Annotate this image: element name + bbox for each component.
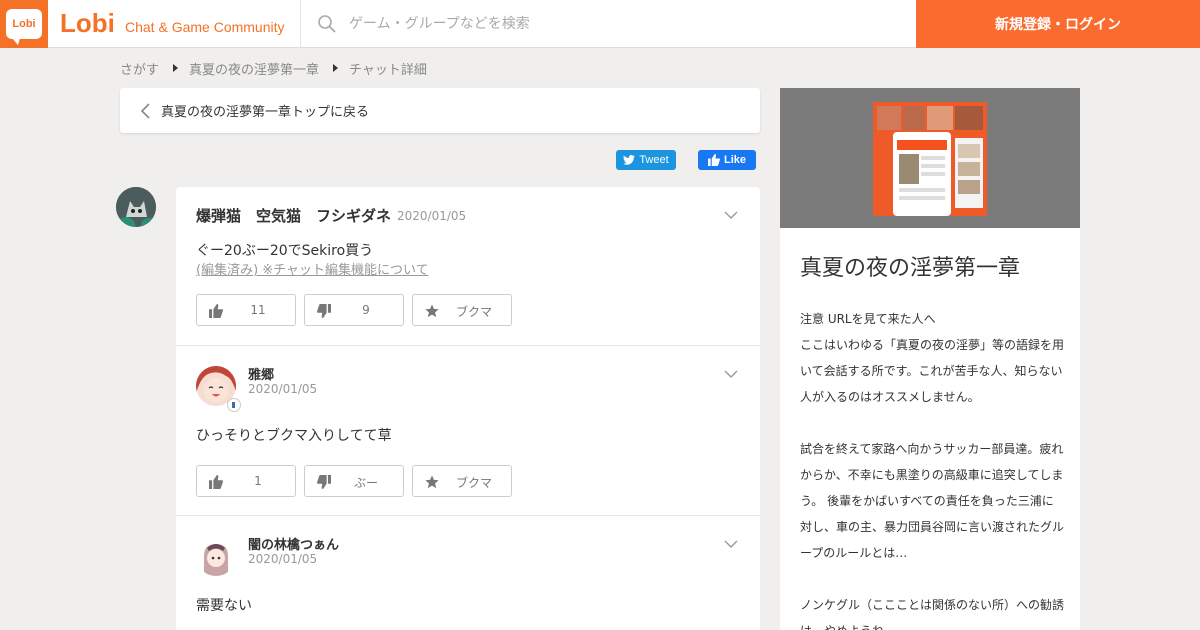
group-description: 注意 URLを見て来た人へ ここはいわゆる「真夏の夜の淫夢」等の語録を用いて会話…: [800, 312, 1065, 630]
group-hero-banner: [780, 88, 1080, 228]
breadcrumb-item-group[interactable]: 真夏の夜の淫夢第一章: [189, 59, 319, 78]
message-author[interactable]: 雅郷: [248, 364, 274, 383]
cat-avatar-image: [116, 187, 156, 227]
back-to-group-link[interactable]: 真夏の夜の淫夢第一章トップに戻る: [120, 88, 760, 133]
search-input[interactable]: [349, 10, 889, 38]
message-date: 2020/01/05: [397, 209, 467, 223]
thumbs-up-button[interactable]: 11: [196, 294, 296, 326]
thumbs-down-icon: [317, 475, 331, 489]
chevron-down-icon[interactable]: [724, 210, 738, 220]
logo-bubble-icon: Lobi: [6, 9, 42, 45]
back-link-label: 真夏の夜の淫夢第一章トップに戻る: [161, 105, 370, 120]
thumbs-up-count: 11: [250, 303, 266, 317]
breadcrumb-arrow-icon: [333, 64, 339, 72]
search-bar: [300, 0, 916, 48]
anime-girl-avatar-image: [196, 536, 236, 576]
group-info-sidebar: 真夏の夜の淫夢第一章 注意 URLを見て来た人へ ここはいわゆる「真夏の夜の淫夢…: [780, 88, 1080, 630]
message-author[interactable]: 闇の林檎つぁん: [248, 534, 339, 553]
bookmark-label: ブクマ: [455, 305, 492, 319]
bookmark-button[interactable]: ブクマ: [412, 294, 512, 326]
group-title[interactable]: 真夏の夜の淫夢第一章: [800, 250, 1020, 282]
message-text: 需要ない: [196, 598, 252, 614]
facebook-thumbs-up-icon: [707, 154, 720, 166]
chat-message: 雅郷 2020/01/05 ひっそりとブクマ入りしてて草 1 ぶー ブクマ: [176, 345, 760, 515]
brand-tagline: Chat & Game Community: [125, 19, 285, 35]
chevron-down-icon[interactable]: [724, 369, 738, 379]
tweet-label: Tweet: [639, 154, 669, 166]
chevron-left-icon: [140, 103, 150, 119]
thumbs-up-icon: [209, 475, 223, 489]
thumbs-down-label: ぶー: [353, 476, 378, 490]
breadcrumb-item-search[interactable]: さがす: [120, 59, 159, 78]
chat-message: 爆弾猫 空気猫 フシギダネ 2020/01/05 ぐー20ぶー20でSekiro…: [176, 187, 760, 345]
thumbs-down-button[interactable]: 9: [304, 294, 404, 326]
thumbs-up-count: 1: [254, 474, 262, 488]
twitter-bird-icon: [623, 155, 636, 165]
like-label: Like: [723, 154, 746, 166]
breadcrumb: さがす 真夏の夜の淫夢第一章 チャット詳細: [120, 58, 427, 78]
chat-message-card: 爆弾猫 空気猫 フシギダネ 2020/01/05 ぐー20ぶー20でSekiro…: [176, 187, 760, 630]
thumbs-up-button[interactable]: 1: [196, 465, 296, 497]
avatar[interactable]: [116, 187, 156, 227]
thumbs-down-button[interactable]: ぶー: [304, 465, 404, 497]
logo-text: Lobi: [12, 18, 36, 30]
group-thumbnail-image[interactable]: [873, 102, 987, 216]
message-text: ひっそりとブクマ入りしてて草: [196, 428, 392, 444]
platform-badge-icon: [227, 398, 241, 412]
bookmark-label: ブクマ: [455, 476, 492, 490]
avatar[interactable]: [196, 536, 236, 576]
chevron-down-icon[interactable]: [724, 539, 738, 549]
star-icon: [425, 475, 439, 489]
message-date: 2020/01/05: [248, 552, 318, 566]
search-icon: [318, 15, 336, 33]
message-text: ぐー20ぶー20でSekiro買う: [196, 243, 374, 259]
breadcrumb-arrow-icon: [173, 64, 179, 72]
thumbs-up-icon: [209, 304, 223, 318]
tweet-button[interactable]: Tweet: [616, 150, 676, 170]
bookmark-button[interactable]: ブクマ: [412, 465, 512, 497]
message-date: 2020/01/05: [248, 382, 318, 396]
lobi-logo[interactable]: Lobi: [0, 0, 48, 48]
star-icon: [425, 304, 439, 318]
brand-name[interactable]: Lobi: [60, 8, 115, 39]
facebook-like-button[interactable]: Like: [698, 150, 756, 170]
group-collage-image: [873, 102, 987, 216]
chat-message: 闇の林檎つぁん 2020/01/05 需要ない: [176, 515, 760, 630]
thumbs-down-count: 9: [362, 303, 370, 317]
signup-login-button[interactable]: 新規登録・ログイン: [916, 0, 1200, 48]
message-author[interactable]: 爆弾猫 空気猫 フシギダネ: [196, 205, 391, 226]
thumbs-down-icon: [317, 304, 331, 318]
edit-note-link[interactable]: (編集済み) ※チャット編集機能について: [196, 259, 429, 278]
top-header: Lobi Lobi Chat & Game Community 新規登録・ログイ…: [0, 0, 1200, 48]
breadcrumb-item-chat-detail: チャット詳細: [349, 62, 427, 78]
